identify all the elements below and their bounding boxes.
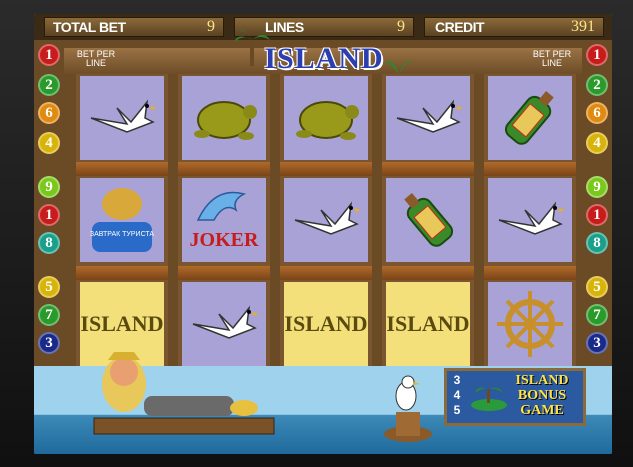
bonus-line-3: GAME (520, 403, 564, 418)
total-bet-display: TOTAL BET 9 (44, 17, 224, 37)
line-button-left-1[interactable]: 1 (38, 44, 60, 66)
game-screen: TOTAL BET 9 LINES 9 CREDIT 391 ISLAND BE… (34, 14, 612, 454)
header-bar: TOTAL BET 9 LINES 9 CREDIT 391 (34, 14, 612, 40)
line-button-right-10[interactable]: 3 (586, 332, 608, 354)
symbol-seagull (386, 76, 470, 160)
seagull-icon (396, 99, 463, 133)
line-button-left-3[interactable]: 6 (38, 102, 60, 124)
turtle-icon (296, 101, 359, 140)
svg-text:ЗАВТРАК ТУРИСТА: ЗАВТРАК ТУРИСТА (90, 231, 155, 238)
symbol-can: ЗАВТРАК ТУРИСТА (80, 178, 164, 262)
symbol-seagull (284, 178, 368, 262)
line-button-left-2[interactable]: 2 (38, 74, 60, 96)
bonus-game-title: ISLAND BONUS GAME (505, 373, 579, 418)
seagull-icon (90, 99, 157, 133)
reel-3: ISLAND (280, 74, 372, 374)
line-button-left-10[interactable]: 3 (38, 332, 60, 354)
line-button-left-6[interactable]: 1 (38, 204, 60, 226)
total-bet-value: 9 (207, 18, 215, 35)
symbol-seagull (80, 76, 164, 160)
castaway-on-raft-icon (93, 352, 275, 435)
total-bet-label: TOTAL BET (53, 19, 126, 35)
svg-text:JOKER: JOKER (190, 229, 259, 251)
bet-per-line-left: BET PER LINE (76, 49, 116, 68)
line-button-right-5[interactable]: 9 (586, 176, 608, 198)
bonus-line-1: ISLAND (515, 373, 569, 388)
line-button-right-7[interactable]: 8 (586, 232, 608, 254)
message-bottle-icon (404, 193, 454, 247)
message-bottle-icon (504, 91, 554, 145)
reel-1: ЗАВТРАК ТУРИСТА ISLAND (76, 74, 168, 374)
line-button-left-9[interactable]: 7 (38, 304, 60, 326)
line-button-right-4[interactable]: 4 (586, 132, 608, 154)
credit-value: 391 (571, 18, 595, 35)
bonus-line-2: BONUS (517, 388, 567, 403)
symbol-island: ISLAND (386, 282, 470, 366)
island-icon (471, 387, 507, 411)
reel-2: JOKER (178, 74, 270, 374)
symbol-wheel (488, 282, 572, 366)
line-button-right-8[interactable]: 5 (586, 276, 608, 298)
line-button-right-2[interactable]: 2 (586, 74, 608, 96)
line-button-right-3[interactable]: 6 (586, 102, 608, 124)
bet-per-line-right: BET PER LINE (532, 49, 572, 68)
symbol-island: ISLAND (284, 282, 368, 366)
island-symbol-text: ISLAND (80, 311, 164, 336)
bonus-number: 3 (453, 373, 461, 387)
tin-can-icon: ЗАВТРАК ТУРИСТА (90, 188, 155, 252)
line-button-right-6[interactable]: 1 (586, 204, 608, 226)
seagull-icon (294, 201, 361, 235)
symbol-turtle (284, 76, 368, 160)
seagull-icon (498, 201, 565, 235)
line-button-right-9[interactable]: 7 (586, 304, 608, 326)
lines-label: LINES (265, 19, 304, 35)
lines-value: 9 (397, 18, 405, 35)
line-button-left-7[interactable]: 8 (38, 232, 60, 254)
line-button-left-8[interactable]: 5 (38, 276, 60, 298)
turtle-icon (194, 101, 257, 140)
dolphin-joker-icon: JOKER (190, 191, 259, 251)
symbol-turtle (182, 76, 266, 160)
ship-wheel-icon (497, 291, 563, 357)
game-logo: ISLAND (264, 42, 384, 75)
credit-label: CREDIT (435, 19, 485, 35)
credit-display: CREDIT 391 (424, 17, 604, 37)
seagull-on-post-icon (384, 375, 432, 442)
symbol-joker: JOKER (182, 178, 266, 262)
symbol-seagull (488, 178, 572, 262)
line-button-right-1[interactable]: 1 (586, 44, 608, 66)
bonus-number: 5 (453, 403, 461, 417)
symbol-bottle (386, 178, 470, 262)
bonus-trigger-numbers: 3 4 5 (449, 373, 465, 418)
bonus-game-panel: 3 4 5 ISLAND BONUS GAME (444, 368, 586, 426)
island-symbol-text: ISLAND (386, 311, 470, 336)
line-button-left-5[interactable]: 9 (38, 176, 60, 198)
reel-5 (484, 74, 576, 374)
island-symbol-text: ISLAND (284, 311, 368, 336)
reel-4: ISLAND (382, 74, 474, 374)
symbol-bottle (488, 76, 572, 160)
bonus-number: 4 (453, 388, 461, 402)
line-button-left-4[interactable]: 4 (38, 132, 60, 154)
